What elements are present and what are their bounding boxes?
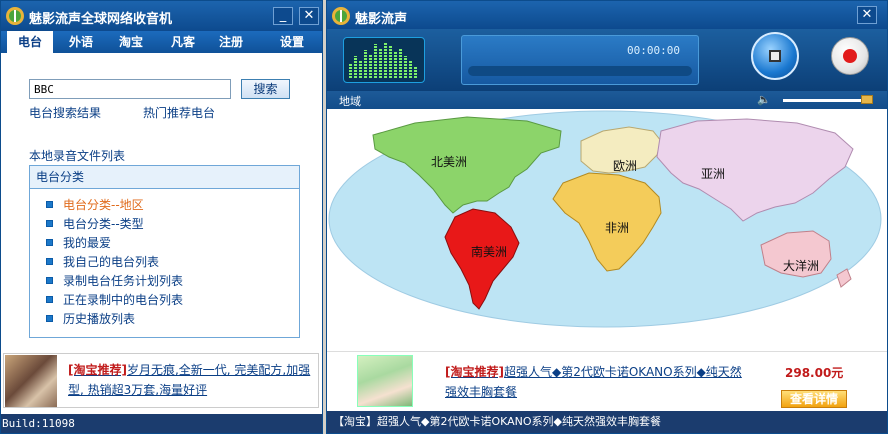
category-item-region[interactable]: 电台分类--地区 bbox=[46, 196, 144, 215]
ad-link[interactable]: [淘宝推荐]超强人气◆第2代欧卡诺OKANO系列◆纯天然强效丰胸套餐 bbox=[445, 362, 745, 402]
title-bar[interactable]: 魅影流声全球网络收音机 _ ✕ bbox=[1, 1, 322, 31]
category-header: 电台分类 bbox=[30, 166, 299, 189]
bullet-icon bbox=[46, 296, 53, 303]
speaker-icon[interactable]: 🔈 bbox=[757, 93, 771, 106]
tab-vancl[interactable]: 凡客 bbox=[161, 31, 205, 53]
nav-bar: 电台 外语 淘宝 凡客 注册 设置 bbox=[1, 31, 322, 53]
close-button[interactable]: ✕ bbox=[299, 7, 319, 25]
ad-link[interactable]: [淘宝推荐]岁月无痕,全新一代, 完美配方,加强型, 热销超3万套,海量好评 bbox=[68, 360, 314, 400]
view-details-button[interactable]: 查看详情 bbox=[781, 390, 847, 408]
bullet-icon bbox=[46, 239, 53, 246]
progress-track[interactable] bbox=[468, 66, 692, 76]
search-results-link[interactable]: 电台搜索结果 bbox=[29, 104, 101, 121]
record-icon bbox=[843, 49, 857, 63]
volume-knob[interactable] bbox=[861, 95, 873, 104]
category-panel: 电台分类 电台分类--地区 电台分类--类型 我的最爱 我自己的电台列表 录制电… bbox=[29, 165, 300, 338]
ad-product-image[interactable] bbox=[5, 355, 57, 407]
world-map: 北美洲 欧洲 亚洲 非洲 南美洲 大洋洲 bbox=[327, 109, 887, 351]
minimize-button[interactable]: _ bbox=[273, 7, 293, 25]
app-logo-icon bbox=[6, 7, 24, 25]
time-display: 00:00:00 bbox=[461, 35, 699, 85]
bullet-icon bbox=[46, 277, 53, 284]
hot-stations-link[interactable]: 热门推荐电台 bbox=[143, 104, 215, 121]
stop-icon bbox=[769, 50, 781, 62]
app-logo-icon bbox=[332, 7, 350, 25]
tab-settings[interactable]: 设置 bbox=[269, 31, 315, 53]
volume-slider[interactable] bbox=[783, 99, 869, 102]
category-item-history[interactable]: 历史播放列表 bbox=[46, 310, 135, 329]
ad-banner[interactable]: [淘宝推荐]岁月无痕,全新一代, 完美配方,加强型, 热销超3万套,海量好评 bbox=[3, 353, 319, 408]
local-recordings-link[interactable]: 本地录音文件列表 bbox=[29, 147, 125, 164]
stop-button[interactable] bbox=[751, 32, 799, 80]
bullet-icon bbox=[46, 258, 53, 265]
category-item-favorites[interactable]: 我的最爱 bbox=[46, 234, 111, 253]
ad-price: 298.00元 bbox=[785, 366, 844, 380]
window-title: 魅影流声全球网络收音机 bbox=[29, 12, 173, 27]
ad-product-image[interactable] bbox=[357, 355, 413, 407]
radio-main-window: 魅影流声全球网络收音机 _ ✕ 电台 外语 淘宝 凡客 注册 设置 搜索 电台搜… bbox=[0, 0, 323, 434]
status-bar: 【淘宝】超强人气◆第2代欧卡诺OKANO系列◆纯天然强效丰胸套餐 bbox=[327, 411, 887, 433]
tab-foreign[interactable]: 外语 bbox=[59, 31, 103, 53]
tab-stations[interactable]: 电台 bbox=[7, 31, 53, 53]
window-title: 魅影流声 bbox=[355, 12, 408, 27]
category-item-recording-now[interactable]: 正在录制中的电台列表 bbox=[46, 291, 183, 310]
tab-taobao[interactable]: 淘宝 bbox=[109, 31, 153, 53]
player-window: 魅影流声 ✕ 00:00:00 地域 🔈 北美洲 欧洲 亚洲 非洲 南美洲 大洋… bbox=[326, 0, 888, 434]
category-item-my-stations[interactable]: 我自己的电台列表 bbox=[46, 253, 159, 272]
ad-banner[interactable]: [淘宝推荐]超强人气◆第2代欧卡诺OKANO系列◆纯天然强效丰胸套餐 298.0… bbox=[327, 351, 887, 411]
record-button[interactable] bbox=[831, 37, 869, 75]
search-input[interactable] bbox=[29, 79, 231, 99]
close-button[interactable]: ✕ bbox=[857, 6, 877, 24]
bullet-icon bbox=[46, 220, 53, 227]
bullet-icon bbox=[46, 201, 53, 208]
region-label: 地域 bbox=[339, 95, 361, 108]
playback-time: 00:00:00 bbox=[627, 44, 680, 57]
bullet-icon bbox=[46, 315, 53, 322]
search-button[interactable]: 搜索 bbox=[241, 79, 290, 99]
equalizer-visualizer bbox=[343, 37, 425, 83]
category-item-type[interactable]: 电台分类--类型 bbox=[46, 215, 144, 234]
tab-register[interactable]: 注册 bbox=[209, 31, 253, 53]
title-bar[interactable]: 魅影流声 ✕ bbox=[327, 1, 887, 29]
world-map-svg bbox=[328, 110, 882, 328]
category-item-record-schedule[interactable]: 录制电台任务计划列表 bbox=[46, 272, 183, 291]
region-bar: 地域 🔈 bbox=[327, 91, 887, 109]
player-controls: 00:00:00 bbox=[327, 29, 887, 91]
status-bar: Build:11098 bbox=[1, 414, 322, 433]
